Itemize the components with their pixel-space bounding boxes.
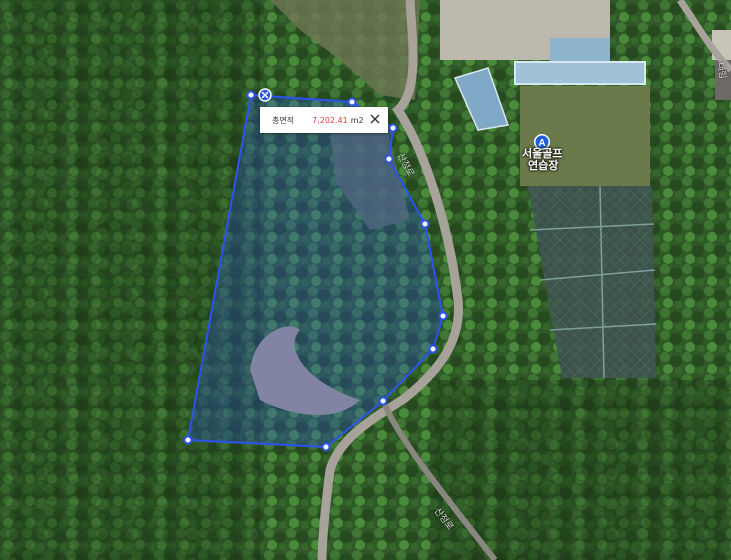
vertex-handle[interactable] (321, 442, 331, 452)
satellite-map[interactable]: A (0, 0, 731, 560)
poi-name-line2: 연습장 (528, 159, 559, 172)
road-label-right-top: 대림 (714, 61, 728, 80)
area-measure-popup: 총면적 7,202.41 m2 (260, 107, 388, 133)
vertex-handle[interactable] (438, 311, 448, 321)
area-unit: m2 (350, 115, 364, 125)
vertex-handle[interactable] (347, 97, 357, 107)
vertex-handle[interactable] (246, 90, 256, 100)
building-main (514, 61, 646, 85)
area-label: 총면적 (272, 115, 295, 125)
close-icon[interactable] (368, 112, 382, 126)
vertex-handle[interactable] (388, 123, 398, 133)
vertex-handle[interactable] (428, 344, 438, 354)
poi-name[interactable]: 서울골프 연습장 (522, 148, 562, 172)
vertex-handle[interactable] (183, 435, 193, 445)
x-circle-icon[interactable] (258, 88, 272, 102)
vertex-handle[interactable] (384, 154, 394, 164)
area-value: 7,202.41 (312, 115, 348, 125)
vertex-handle[interactable] (378, 396, 388, 406)
vertex-handle[interactable] (420, 219, 430, 229)
